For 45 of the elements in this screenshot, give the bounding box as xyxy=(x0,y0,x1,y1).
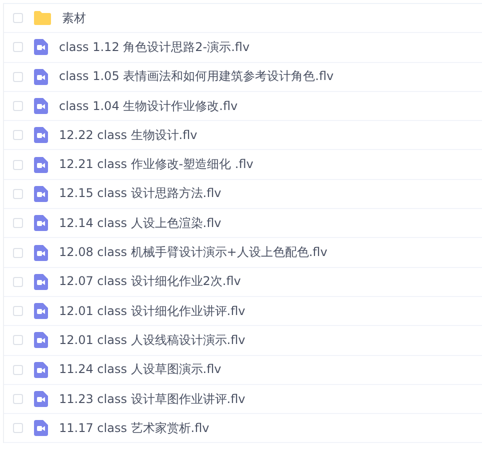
checkbox[interactable] xyxy=(13,130,23,140)
file-name[interactable]: 12.01 class 人设线稿设计演示.flv xyxy=(59,332,246,349)
checkbox[interactable] xyxy=(13,72,23,82)
file-name[interactable]: 素材 xyxy=(62,10,86,27)
video-file-icon xyxy=(34,303,48,320)
checkbox[interactable] xyxy=(13,335,23,346)
video-file-icon xyxy=(34,215,48,232)
video-file-icon xyxy=(34,127,48,144)
video-file-icon xyxy=(34,186,48,202)
video-file-icon xyxy=(34,156,48,173)
file-name[interactable]: class 1.05 表情画法和如何用建筑参考设计角色.flv xyxy=(59,68,334,86)
video-file-icon xyxy=(34,68,48,85)
checkbox[interactable] xyxy=(13,101,23,112)
checkbox[interactable] xyxy=(13,188,23,199)
video-file-icon xyxy=(34,39,48,56)
file-name[interactable]: 11.23 class 设计草图作业讲评.flv xyxy=(59,390,246,408)
folder-icon xyxy=(34,11,51,26)
video-file-icon xyxy=(34,244,48,261)
file-name[interactable]: 12.22 class 生物设计.flv xyxy=(59,126,198,144)
file-name[interactable]: 11.24 class 人设草图演示.flv xyxy=(59,361,222,378)
checkbox[interactable] xyxy=(13,160,23,170)
file-name[interactable]: 12.14 class 人设上色渲染.flv xyxy=(59,214,222,232)
checkbox[interactable] xyxy=(13,218,23,228)
checkbox[interactable] xyxy=(13,42,23,52)
video-file-icon xyxy=(34,332,48,348)
file-name[interactable]: 12.08 class 机械手臂设计演示+人设上色配色.flv xyxy=(59,244,328,262)
video-file-icon xyxy=(34,420,48,436)
file-name[interactable]: class 1.12 角色设计思路2-演示.flv xyxy=(59,38,250,56)
file-name[interactable]: 12.07 class 设计细化作业2次.flv xyxy=(59,273,241,290)
checkbox[interactable] xyxy=(13,394,23,404)
checkbox[interactable] xyxy=(13,248,23,258)
video-file-icon xyxy=(34,274,48,290)
checkbox[interactable] xyxy=(13,13,23,24)
checkbox[interactable] xyxy=(13,276,23,287)
checkbox[interactable] xyxy=(13,306,23,316)
video-file-icon xyxy=(34,98,48,114)
file-name[interactable]: class 1.04 生物设计作业修改.flv xyxy=(59,98,238,115)
video-file-icon xyxy=(34,391,48,407)
file-name[interactable]: 12.01 class 设计细化作业讲评.flv xyxy=(59,302,246,320)
file-name[interactable]: 11.17 class 艺术家赏析.flv xyxy=(59,420,210,437)
checkbox[interactable] xyxy=(13,423,23,434)
video-file-icon xyxy=(34,362,48,378)
checkbox[interactable] xyxy=(13,364,23,375)
file-name[interactable]: 12.15 class 设计思路方法.flv xyxy=(59,185,222,202)
file-name[interactable]: 12.21 class 作业修改-塑造细化 .flv xyxy=(59,156,254,174)
